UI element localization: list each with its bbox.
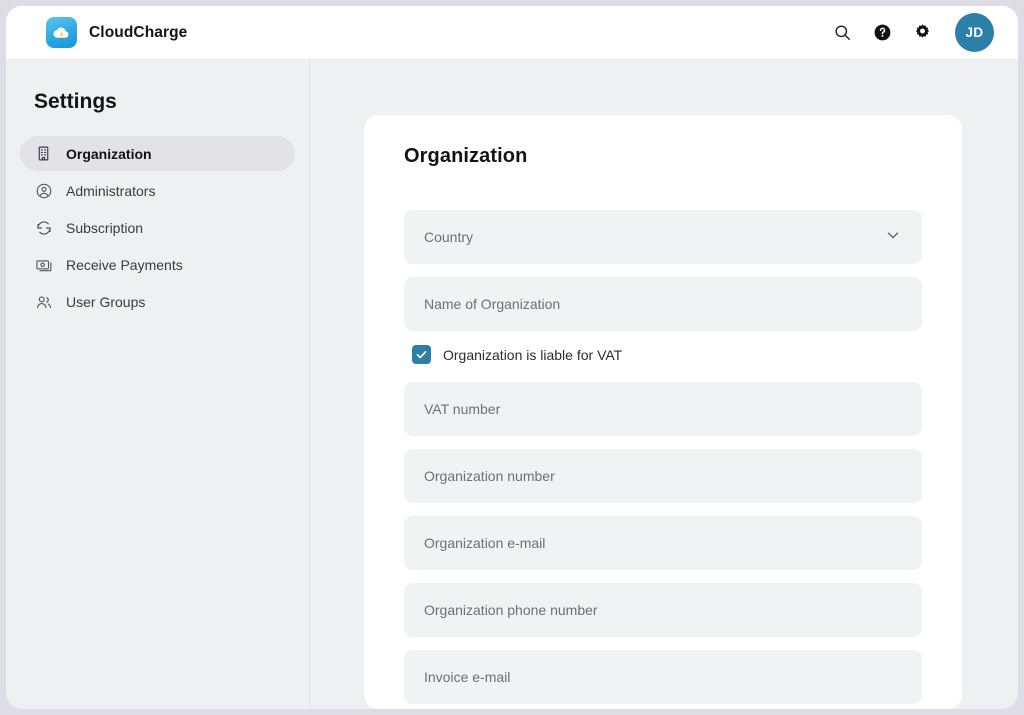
country-select[interactable]: Country <box>404 210 922 264</box>
users-icon <box>34 292 53 311</box>
brand-name: CloudCharge <box>89 23 188 41</box>
app-window: CloudCharge JD Settings Organization Adm… <box>6 6 1018 709</box>
user-circle-icon <box>34 181 53 200</box>
header-actions: JD <box>831 13 1002 52</box>
help-circle-icon[interactable] <box>871 22 893 44</box>
invoice-email-input[interactable]: Invoice e-mail <box>404 650 922 704</box>
sidebar-item-receive-payments[interactable]: Receive Payments <box>20 247 295 282</box>
sidebar-item-organization[interactable]: Organization <box>20 136 295 171</box>
cloud-lightning-icon <box>46 17 77 48</box>
refresh-cycle-icon <box>34 218 53 237</box>
vat-liable-checkbox[interactable]: Organization is liable for VAT <box>412 345 922 364</box>
app-body: Settings Organization Administrators Sub… <box>6 60 1018 709</box>
invoice-email-placeholder: Invoice e-mail <box>424 669 511 685</box>
checkbox-checked-icon <box>412 345 431 364</box>
avatar[interactable]: JD <box>955 13 994 52</box>
sidebar-item-label: User Groups <box>66 293 146 310</box>
sidebar: Settings Organization Administrators Sub… <box>6 60 310 709</box>
vat-number-input[interactable]: VAT number <box>404 382 922 436</box>
vat-number-placeholder: VAT number <box>424 401 501 417</box>
organization-number-input[interactable]: Organization number <box>404 449 922 503</box>
vat-liable-label: Organization is liable for VAT <box>443 346 623 363</box>
search-icon[interactable] <box>831 22 853 44</box>
gear-icon[interactable] <box>911 22 933 44</box>
country-placeholder: Country <box>424 229 474 245</box>
sidebar-item-label: Subscription <box>66 219 144 236</box>
banknote-icon <box>34 255 53 274</box>
organization-name-placeholder: Name of Organization <box>424 296 561 312</box>
organization-phone-input[interactable]: Organization phone number <box>404 583 922 637</box>
sidebar-item-user-groups[interactable]: User Groups <box>20 284 295 319</box>
sidebar-item-label: Organization <box>66 145 152 162</box>
sidebar-item-label: Receive Payments <box>66 256 183 273</box>
sidebar-item-label: Administrators <box>66 182 156 199</box>
building-icon <box>34 144 53 163</box>
brand[interactable]: CloudCharge <box>46 17 187 48</box>
card-title: Organization <box>404 145 528 167</box>
page-title: Settings <box>34 90 117 113</box>
chevron-down-icon <box>884 226 902 249</box>
content-area: Organization Country Name of Organizatio… <box>310 60 1018 709</box>
app-header: CloudCharge JD <box>6 6 1018 60</box>
organization-email-input[interactable]: Organization e-mail <box>404 516 922 570</box>
organization-settings-card: Organization Country Name of Organizatio… <box>364 115 962 709</box>
organization-email-placeholder: Organization e-mail <box>424 535 546 551</box>
sidebar-item-subscription[interactable]: Subscription <box>20 210 295 245</box>
organization-phone-placeholder: Organization phone number <box>424 602 598 618</box>
organization-number-placeholder: Organization number <box>424 468 555 484</box>
organization-name-input[interactable]: Name of Organization <box>404 277 922 331</box>
sidebar-item-administrators[interactable]: Administrators <box>20 173 295 208</box>
